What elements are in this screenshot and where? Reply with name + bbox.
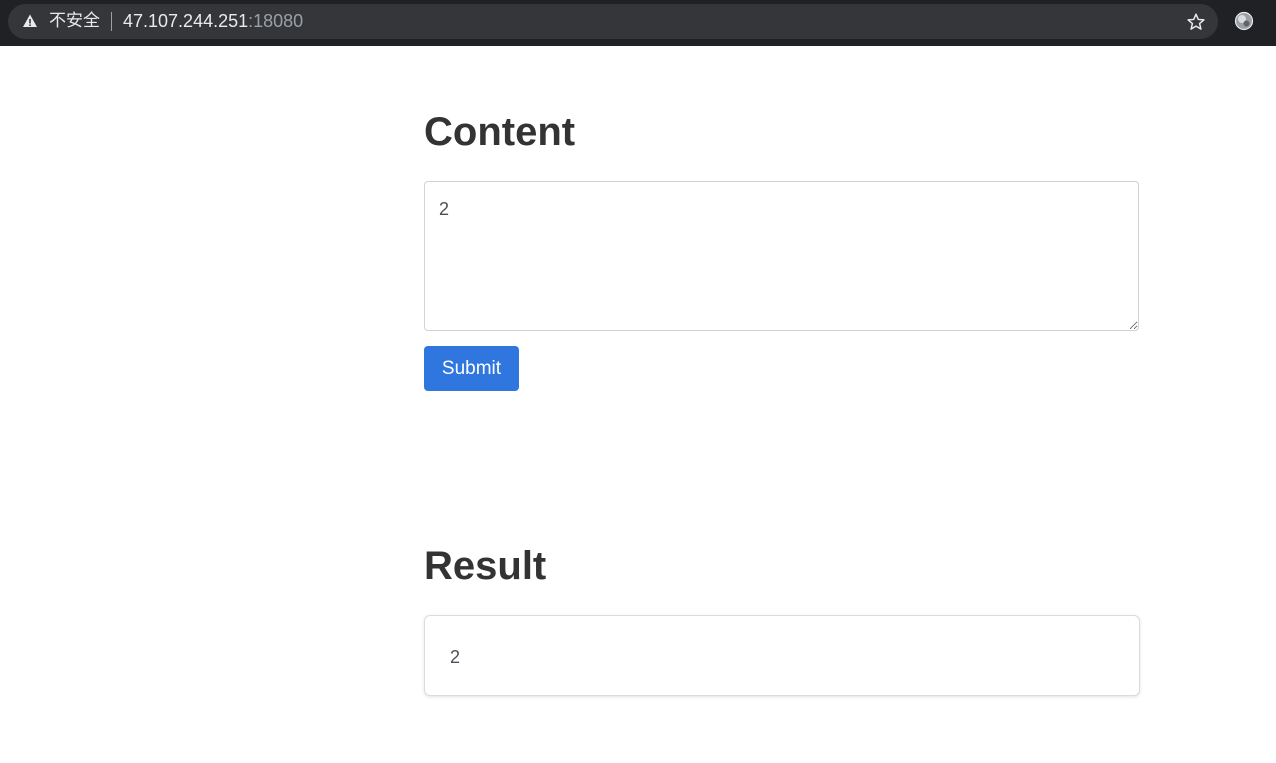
- star-icon[interactable]: [1185, 11, 1207, 33]
- url-host: 47.107.244.251: [123, 11, 249, 31]
- browser-toolbar: 不安全 47.107.244.251:18080: [0, 0, 1276, 46]
- warning-icon[interactable]: [22, 13, 38, 29]
- url-text[interactable]: 47.107.244.251:18080: [123, 11, 303, 32]
- omnibox-divider: [111, 12, 112, 31]
- result-heading: Result: [424, 544, 547, 588]
- security-status[interactable]: 不安全: [49, 11, 100, 32]
- result-card: 2: [424, 615, 1140, 696]
- url-port: :18080: [248, 11, 304, 31]
- globe-icon[interactable]: [1234, 11, 1254, 31]
- address-bar[interactable]: 不安全 47.107.244.251:18080: [8, 4, 1218, 39]
- submit-button[interactable]: Submit: [424, 346, 519, 391]
- result-value: 2: [450, 647, 461, 667]
- content-heading: Content: [424, 110, 576, 154]
- content-textarea[interactable]: 2: [424, 181, 1139, 331]
